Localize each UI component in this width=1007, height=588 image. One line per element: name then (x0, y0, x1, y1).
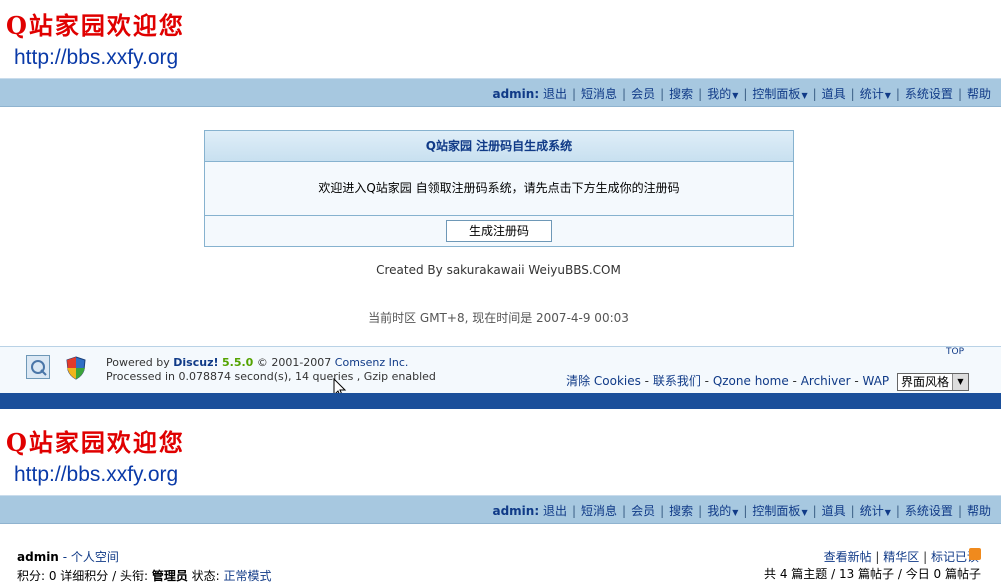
nav-links-2: admin: 退出 | 短消息 | 会员 | 搜索 | 我的▼ | 控制面板▼ | 道具 | 统计▼ | 系统设… (492, 502, 991, 519)
nav-separator: | (698, 87, 703, 101)
copyright-text: © 2001-2007 (253, 356, 335, 369)
nav-item-3[interactable]: 搜索 (669, 87, 693, 101)
link-digest[interactable]: 精华区 (883, 550, 919, 564)
rank-text: 管理员 (151, 569, 188, 583)
status-link[interactable]: 正常模式 (224, 569, 272, 583)
lower-nav-item-3[interactable]: 搜索 (669, 504, 693, 518)
lower-nav-item-2[interactable]: 会员 (631, 504, 655, 518)
site-title-2: Q站家园欢迎您 (6, 428, 185, 457)
footer-dash: - (700, 374, 713, 388)
nav-user[interactable]: admin: (492, 87, 539, 101)
nav-item-5[interactable]: 控制面板▼ (752, 87, 807, 101)
footer-dash: - (850, 374, 863, 388)
nav-links: admin: 退出 | 短消息 | 会员 | 搜索 | 我的▼ | 控制面板▼ | 道具 | 统计▼ | 系统设… (492, 85, 991, 102)
lower-nav-item-5[interactable]: 控制面板▼ (752, 504, 807, 518)
personal-space-link[interactable]: - 个人空间 (63, 550, 119, 564)
footer-bar (0, 393, 1001, 409)
caret-down-icon: ▼ (884, 91, 891, 100)
panel-title: Q站家园 注册码自生成系统 (205, 131, 793, 162)
footer-link-4[interactable]: WAP (863, 374, 890, 388)
username[interactable]: admin (17, 550, 59, 564)
footer-link-0[interactable]: 清除 Cookies (566, 374, 641, 388)
nav-separator: | (660, 504, 665, 518)
regcode-panel: Q站家园 注册码自生成系统 欢迎进入Q站家园 自领取注册码系统，请先点击下方生成… (204, 130, 794, 247)
nav-item-4[interactable]: 我的▼ (707, 87, 738, 101)
top-nav-bar-2: admin: 退出 | 短消息 | 会员 | 搜索 | 我的▼ | 控制面板▼ | 道具 | 统计▼ | 系统设… (0, 495, 1001, 524)
nav-separator: | (698, 504, 703, 518)
shield-icon (66, 356, 86, 383)
caret-down-icon: ▼ (801, 91, 808, 100)
nav-separator: | (812, 87, 817, 101)
credits-text: 积分: 0 详细积分 / 头衔: (17, 569, 152, 583)
site-url-2[interactable]: http://bbs.xxfy.org (14, 463, 178, 487)
discuz-link[interactable]: Discuz! (173, 356, 218, 369)
nav-item-2[interactable]: 会员 (631, 87, 655, 101)
lower-nav-item-4[interactable]: 我的▼ (707, 504, 738, 518)
footer-links: 清除 Cookies - 联系我们 - Qzone home - Archive… (566, 372, 969, 391)
processed-text: Processed in 0.078874 second(s), 14 quer… (106, 370, 436, 383)
q-logo-icon (26, 355, 50, 379)
nav-item-8[interactable]: 系统设置 (905, 87, 953, 101)
nav-item-1[interactable]: 短消息 (581, 87, 617, 101)
comsenz-link[interactable]: Comsenz Inc. (335, 356, 409, 369)
nav-separator: | (812, 504, 817, 518)
nav-separator: | (622, 504, 627, 518)
nav-item-6[interactable]: 道具 (822, 87, 846, 101)
nav-separator: | (571, 504, 577, 518)
top-link[interactable]: TOP (946, 347, 964, 357)
lower-nav-item-0[interactable]: 退出 (543, 504, 567, 518)
caret-down-icon: ▼ (801, 508, 808, 517)
timezone-text: 当前时区 GMT+8, 现在时间是 2007-4-9 00:03 (368, 311, 629, 325)
generate-code-button[interactable]: 生成注册码 (446, 220, 552, 242)
caret-down-icon: ▼ (732, 91, 739, 100)
nav-item-9[interactable]: 帮助 (967, 87, 991, 101)
nav-separator: | (957, 504, 962, 518)
nav-separator: | (743, 504, 748, 518)
footer-link-1[interactable]: 联系我们 (653, 374, 701, 388)
panel-footer: 生成注册码 (205, 216, 793, 246)
lower-nav-item-7[interactable]: 统计▼ (860, 504, 891, 518)
lower-nav-item-9[interactable]: 帮助 (967, 504, 991, 518)
user-credits: 积分: 0 详细积分 / 头衔: 管理员 状态: 正常模式 (17, 567, 272, 584)
footer-dash: - (640, 374, 653, 388)
status-label: 状态: (187, 569, 224, 583)
caret-down-icon: ▼ (732, 508, 739, 517)
nav-separator: | (571, 87, 577, 101)
lower-nav-user[interactable]: admin: (492, 504, 539, 518)
nav-item-0[interactable]: 退出 (543, 87, 567, 101)
lower-nav-item-8[interactable]: 系统设置 (905, 504, 953, 518)
nav-separator: | (850, 504, 855, 518)
caret-down-icon: ▼ (884, 508, 891, 517)
powered-prefix: Powered by (106, 356, 174, 369)
panel-message: 欢迎进入Q站家园 自领取注册码系统，请先点击下方生成你的注册码 (205, 162, 793, 216)
nav-separator: | (895, 504, 900, 518)
nav-separator: | (743, 87, 748, 101)
style-select[interactable]: 界面风格 ▼ (897, 372, 969, 391)
nav-separator: | (957, 87, 962, 101)
site-title: Q站家园欢迎您 (6, 11, 185, 40)
site-url[interactable]: http://bbs.xxfy.org (14, 46, 178, 70)
rss-icon[interactable] (969, 548, 981, 560)
lower-nav-item-1[interactable]: 短消息 (581, 504, 617, 518)
link-new-posts[interactable]: 查看新帖 (824, 550, 872, 564)
nav-item-7[interactable]: 统计▼ (860, 87, 891, 101)
powered-by: Powered by Discuz! 5.5.0 © 2001-2007 Com… (106, 356, 436, 384)
nav-separator: | (622, 87, 627, 101)
chevron-down-icon: ▼ (952, 373, 968, 390)
nav-separator: | (850, 87, 855, 101)
quick-links: 查看新帖 | 精华区 | 标记已读 (823, 550, 979, 564)
forum-stats: 共 4 篇主题 / 13 篇帖子 / 今日 0 篇帖子 (764, 567, 981, 581)
footer-link-3[interactable]: Archiver (801, 374, 851, 388)
footer-link-2[interactable]: Qzone home (713, 374, 789, 388)
nav-separator: | (660, 87, 665, 101)
top-nav-bar: admin: 退出 | 短消息 | 会员 | 搜索 | 我的▼ | 控制面板▼ | 道具 | 统计▼ | 系统设… (0, 78, 1001, 107)
user-info: admin - 个人空间 (17, 548, 119, 565)
lower-nav-item-6[interactable]: 道具 (822, 504, 846, 518)
nav-separator: | (895, 87, 900, 101)
style-select-value: 界面风格 (901, 374, 950, 389)
footer-dash: - (788, 374, 801, 388)
credit-text: Created By sakurakawaii WeiyuBBS.COM (376, 263, 621, 277)
discuz-version: 5.5.0 (222, 356, 254, 369)
